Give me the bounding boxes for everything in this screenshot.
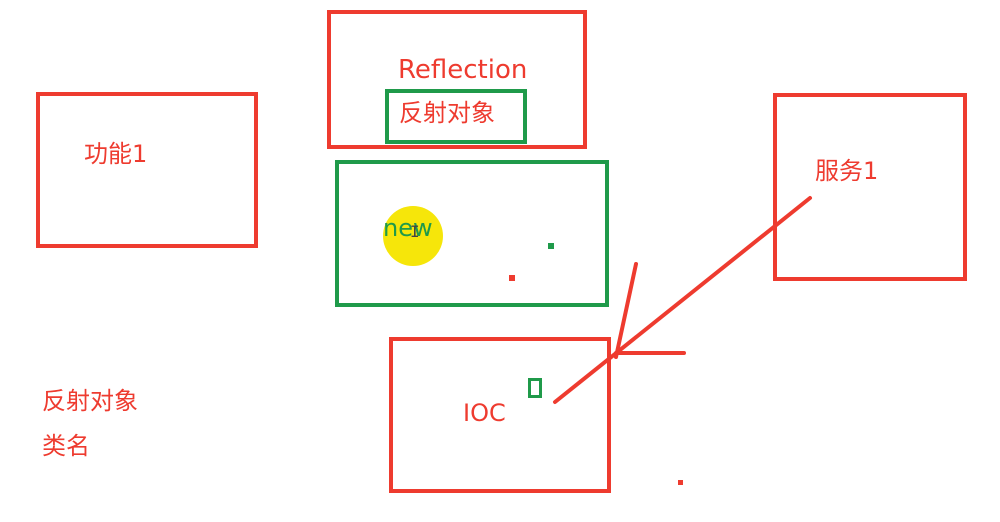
service-label: 服务1 — [815, 157, 879, 185]
reflection-label: Reflection — [398, 55, 528, 85]
note-line-1: 反射对象 — [42, 387, 138, 415]
red-dot-stray — [678, 480, 683, 485]
new-label: new — [383, 214, 433, 242]
diagram-canvas: 功能1 Reflection 反射对象 new I 服务1 IOC 反射对象 类… — [0, 0, 1000, 522]
new-box — [335, 160, 609, 307]
arrow-head-up — [614, 262, 638, 359]
small-green-marker — [528, 378, 542, 398]
function-box — [36, 92, 258, 248]
green-dot — [548, 243, 554, 249]
red-dot — [509, 275, 515, 281]
reflect-object-label: 反射对象 — [399, 99, 495, 127]
function-label: 功能1 — [84, 140, 148, 168]
ioc-label: IOC — [463, 399, 506, 427]
service-box — [773, 93, 967, 281]
text-cursor-icon: I — [410, 222, 420, 241]
note-line-2: 类名 — [42, 432, 90, 460]
